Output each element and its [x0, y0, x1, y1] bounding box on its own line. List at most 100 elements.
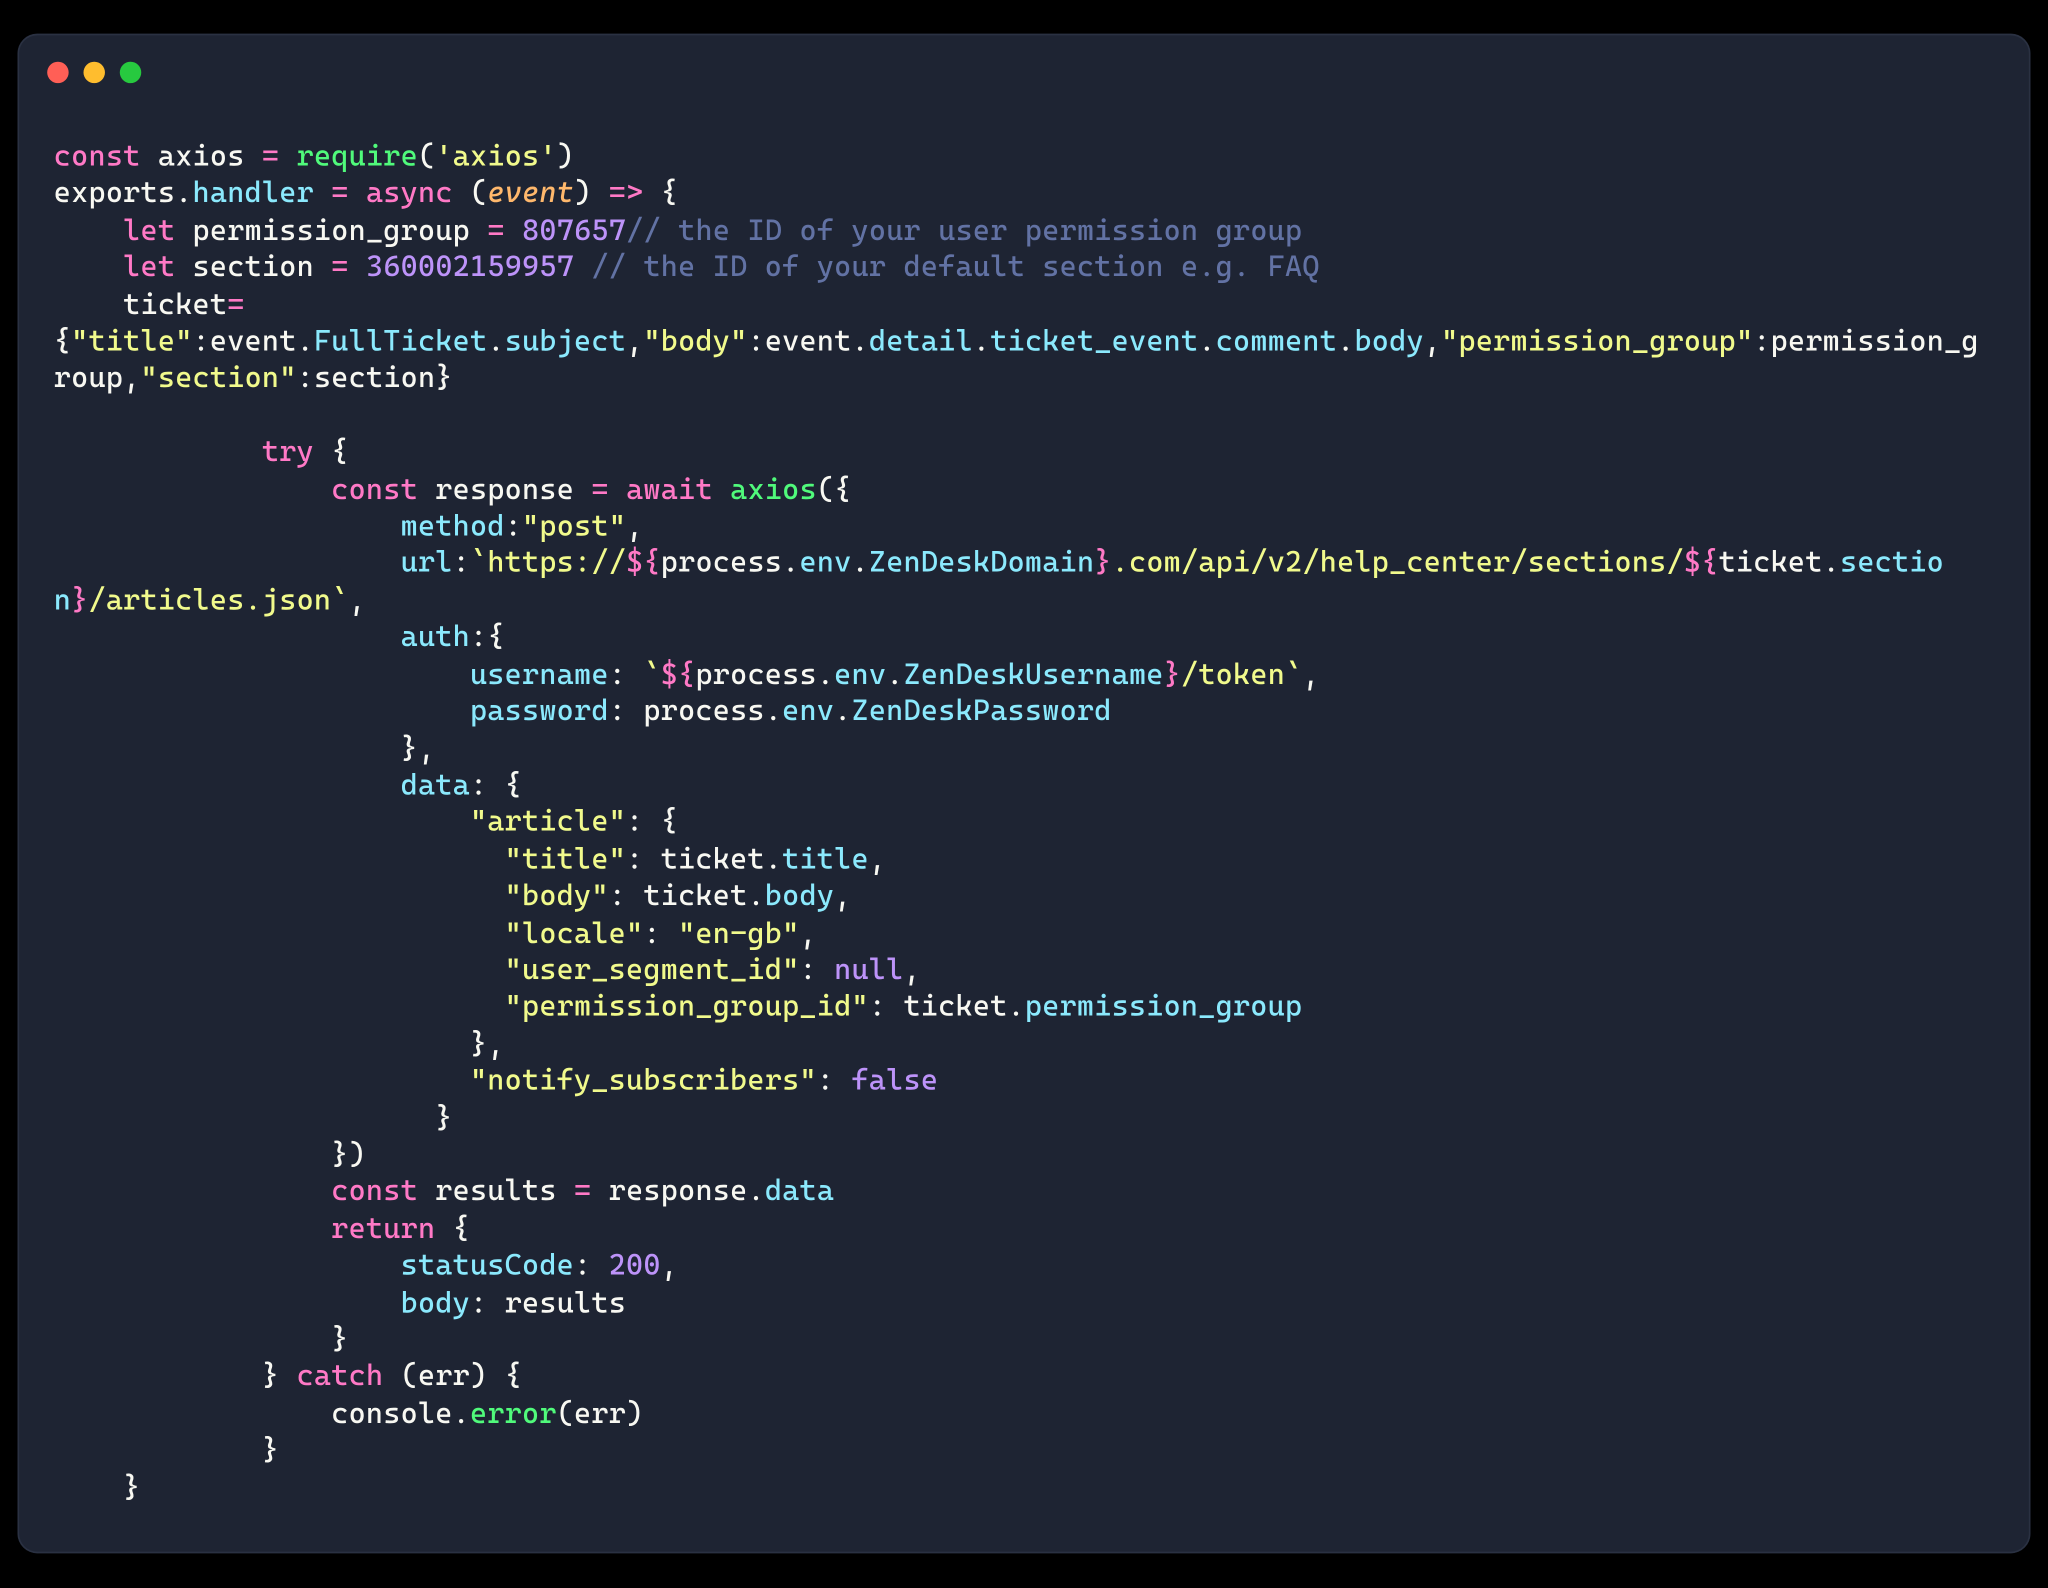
- code-token: [574, 252, 591, 285]
- code-token: `: [643, 659, 660, 692]
- code-token: // the ID of your default section e.g. F…: [591, 252, 1319, 285]
- code-token: event: [487, 178, 574, 211]
- code-token: title: [782, 844, 869, 877]
- code-token: "body": [505, 881, 609, 914]
- code-token: [54, 289, 123, 322]
- code-token: method: [401, 511, 505, 544]
- code-token: await: [626, 474, 713, 507]
- code-token: section: [314, 363, 435, 396]
- code-token: : {: [470, 770, 522, 803]
- code-token: =>: [609, 178, 644, 211]
- close-icon[interactable]: [47, 61, 68, 82]
- code-token: [418, 1177, 435, 1210]
- code-token: .: [1008, 992, 1025, 1025]
- code-token: [574, 474, 591, 507]
- code-token: .com/api/v2/help_center/sections/: [1112, 548, 1684, 581]
- code-token: :: [799, 955, 834, 988]
- code-token: `https://: [470, 548, 626, 581]
- code-token: :: [747, 326, 764, 359]
- window-titlebar: [18, 34, 2031, 110]
- code-token: .: [747, 881, 764, 914]
- code-token: }: [54, 1361, 297, 1394]
- code-token: =: [227, 289, 244, 322]
- code-token: axios: [158, 141, 245, 174]
- code-token: ticket: [903, 992, 1007, 1025]
- code-token: err: [574, 1398, 626, 1431]
- code-token: :: [193, 326, 210, 359]
- code-token: ({: [817, 474, 852, 507]
- code-token: .: [1823, 548, 1840, 581]
- code-token: password: [470, 696, 609, 729]
- code-token: =: [574, 1177, 591, 1210]
- code-token: // the ID of your user permission group: [626, 215, 1302, 248]
- code-token: /token`: [1181, 659, 1302, 692]
- code-token: [279, 141, 296, 174]
- code-token: .: [886, 659, 903, 692]
- code-token: [54, 437, 262, 470]
- minimize-icon[interactable]: [84, 61, 105, 82]
- code-token: "user_segment_id": [505, 955, 800, 988]
- code-token: process: [643, 696, 764, 729]
- code-token: [314, 252, 331, 285]
- code-token: [418, 474, 435, 507]
- code-token: const: [54, 141, 141, 174]
- code-token: [54, 844, 505, 877]
- code-token: {: [643, 178, 678, 211]
- code-token: handler: [193, 178, 314, 211]
- code-token: [54, 622, 401, 655]
- code-token: :: [470, 1287, 505, 1320]
- code-token: =: [262, 141, 279, 174]
- code-token: ZenDeskPassword: [851, 696, 1111, 729]
- code-token: :: [453, 548, 470, 581]
- code-token: [54, 252, 123, 285]
- code-token: "permission_group": [1441, 326, 1753, 359]
- code-token: :: [817, 1066, 852, 1099]
- code-token: [54, 1287, 401, 1320]
- code-token: }: [54, 1324, 349, 1357]
- code-token: [54, 215, 123, 248]
- code-token: {: [314, 437, 349, 470]
- code-token: [54, 659, 470, 692]
- code-token: .: [834, 696, 851, 729]
- code-token: ticket: [643, 881, 747, 914]
- code-token: [54, 807, 470, 840]
- code-token: console: [331, 1398, 452, 1431]
- code-token: ${: [626, 548, 661, 581]
- code-token: return: [331, 1214, 435, 1247]
- code-token: =: [487, 215, 504, 248]
- code-token: 360002159957: [366, 252, 574, 285]
- code-token: null: [834, 955, 903, 988]
- code-token: .: [1198, 326, 1215, 359]
- code-token: data: [765, 1177, 834, 1210]
- code-token: event: [765, 326, 852, 359]
- code-token: "article": [470, 807, 626, 840]
- code-token: ${: [1684, 548, 1719, 581]
- code-token: [245, 141, 262, 174]
- code-token: username: [470, 659, 609, 692]
- code-token: [505, 215, 522, 248]
- code-token: ticket: [661, 844, 765, 877]
- code-block: const axios = require('axios') exports.h…: [18, 110, 2031, 1514]
- code-token: detail: [869, 326, 973, 359]
- code-token: [713, 474, 730, 507]
- code-token: :: [609, 696, 644, 729]
- code-token: statusCode: [401, 1251, 574, 1284]
- code-token: body: [1354, 326, 1423, 359]
- code-token: }): [54, 1140, 366, 1173]
- code-token: "en-gb": [678, 918, 799, 951]
- code-token: :: [574, 1251, 609, 1284]
- code-token: url: [401, 548, 453, 581]
- zoom-icon[interactable]: [120, 61, 141, 82]
- code-token: .: [747, 1177, 764, 1210]
- stage: const axios = require('axios') exports.h…: [0, 0, 2048, 1588]
- code-token: subject: [505, 326, 626, 359]
- code-token: data: [401, 770, 470, 803]
- code-token: const: [331, 1177, 418, 1210]
- code-token: /articles.json`: [89, 585, 349, 618]
- code-token: [175, 252, 192, 285]
- code-token: .: [817, 659, 834, 692]
- code-token: [609, 474, 626, 507]
- code-token: ,: [1424, 326, 1441, 359]
- code-token: .: [487, 326, 504, 359]
- code-token: "permission_group_id": [505, 992, 869, 1025]
